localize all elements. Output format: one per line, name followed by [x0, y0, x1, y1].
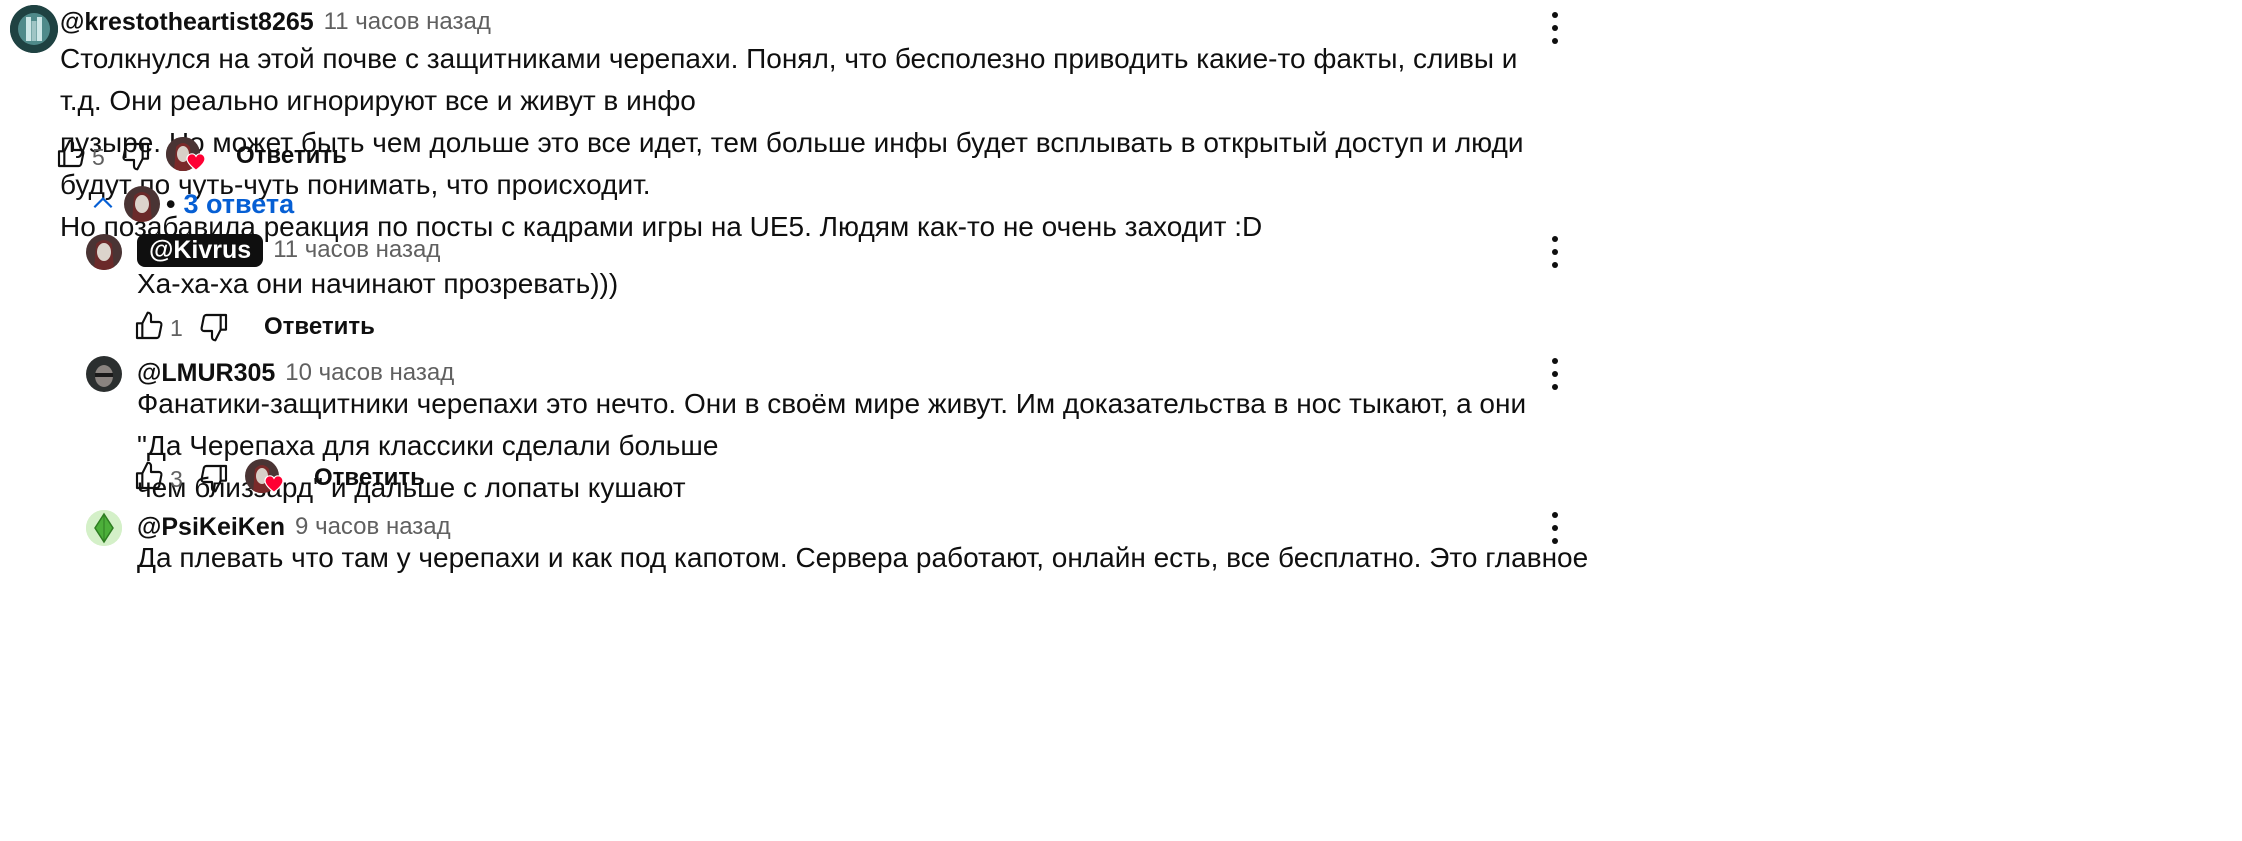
replies-bullet: •: [166, 188, 176, 219]
like-icon: [57, 139, 85, 168]
avatar[interactable]: [86, 510, 122, 546]
like-icon: [135, 461, 163, 490]
comment-text-line: Столкнулся на этой почве с защитниками ч…: [60, 43, 1518, 116]
more-vert-icon[interactable]: [1548, 236, 1562, 275]
like-count: 3: [170, 466, 183, 492]
reply-text: Ха-ха-ха они начинают прозревать))): [137, 268, 619, 299]
avatar: [124, 186, 160, 222]
reply-text-line: Фанатики-защитники черепахи это нечто. О…: [137, 388, 1527, 461]
reply-author[interactable]: @Kivrus: [137, 233, 264, 267]
like-button[interactable]: [133, 310, 165, 342]
reply-time[interactable]: 11 часов назад: [273, 236, 440, 264]
like-count: 1: [170, 315, 183, 341]
dislike-button[interactable]: [198, 462, 230, 494]
reply-text: Да плевать что там у черепахи и как под …: [137, 542, 1589, 573]
dislike-button[interactable]: [120, 140, 152, 172]
like-icon: [135, 311, 163, 340]
comment-time[interactable]: 11 часов назад: [324, 8, 491, 36]
dislike-icon: [122, 142, 150, 171]
reply-button[interactable]: Ответить: [236, 142, 347, 170]
avatar-image: [124, 186, 160, 222]
avatar-image: [86, 356, 122, 392]
dislike-icon: [200, 313, 228, 342]
like-button[interactable]: [133, 460, 165, 492]
avatar[interactable]: [86, 234, 122, 270]
avatar-image: [10, 5, 58, 53]
like-button[interactable]: [55, 138, 87, 170]
chevron-up-icon: [93, 197, 113, 209]
reply-button[interactable]: Ответить: [264, 313, 375, 341]
avatar-image: [86, 234, 122, 270]
avatar[interactable]: [86, 356, 122, 392]
replies-toggle[interactable]: • 3 ответа: [90, 186, 294, 222]
replies-count: 3 ответа: [183, 188, 295, 219]
heart-icon: [186, 153, 206, 176]
heart-icon: [264, 475, 284, 498]
more-vert-icon[interactable]: [1548, 12, 1562, 51]
comment-author[interactable]: @krestotheartist8265: [60, 8, 314, 37]
avatar-image: [86, 510, 122, 546]
reply-button[interactable]: Ответить: [314, 464, 425, 492]
dislike-button[interactable]: [198, 311, 230, 343]
avatar[interactable]: [10, 5, 58, 53]
like-count: 5: [92, 144, 105, 170]
dislike-icon: [200, 464, 228, 493]
